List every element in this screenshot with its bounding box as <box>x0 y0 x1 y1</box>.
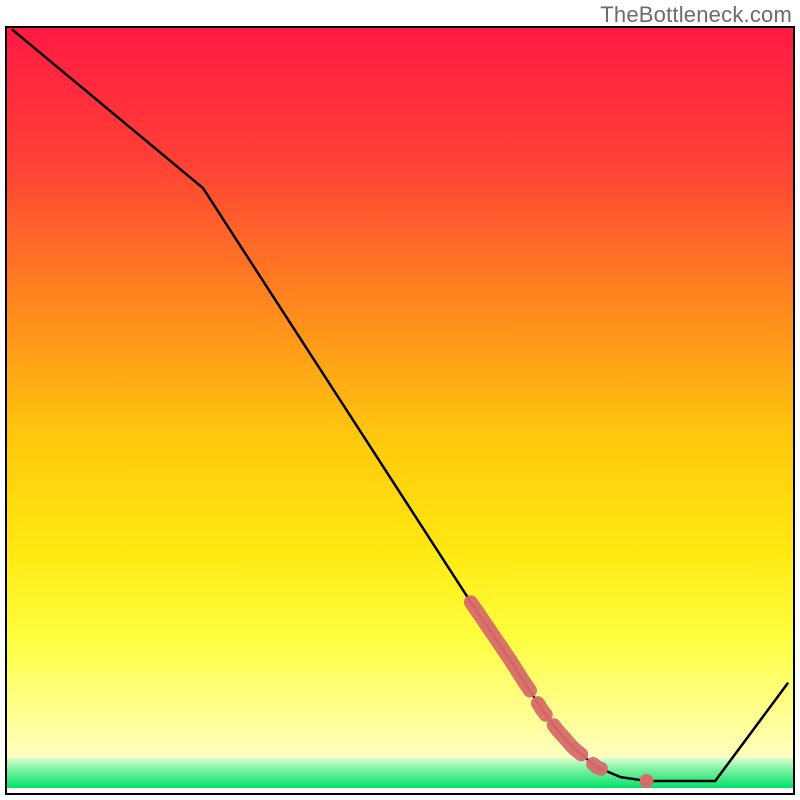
bottleneck-chart <box>0 0 800 800</box>
green-band <box>6 758 794 788</box>
highlight-dot-0 <box>640 774 654 788</box>
highlight-segment-3 <box>593 764 601 769</box>
chart-stage: TheBottleneck.com <box>0 0 800 800</box>
gradient-background <box>6 27 794 772</box>
highlight-segment-1 <box>538 703 546 715</box>
